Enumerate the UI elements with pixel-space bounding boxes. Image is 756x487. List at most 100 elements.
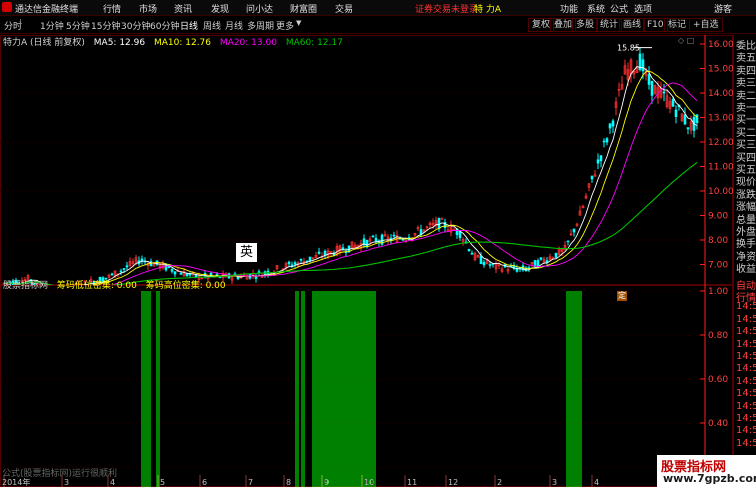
side-panel-item[interactable]: 14:5: [736, 301, 756, 312]
date-label: 8: [286, 478, 291, 487]
candle-body: [365, 239, 369, 248]
candle-body: [671, 99, 675, 107]
tab-1min[interactable]: 1分钟: [40, 19, 64, 32]
multi-stock-button[interactable]: 多股: [572, 18, 599, 32]
candle-body: [317, 251, 321, 254]
candle-body: [650, 80, 654, 96]
ma20-line: [3, 82, 698, 285]
indicator-chart[interactable]: 1.000.800.600.400.202014年345678910111223…: [0, 285, 733, 487]
side-panel-item[interactable]: 14:5: [736, 339, 756, 350]
tab-30min[interactable]: 30分钟: [121, 19, 150, 32]
price-tick-label: 12.00: [708, 138, 733, 148]
ma60-value: MA60: 12.17: [285, 38, 343, 48]
side-panel-item[interactable]: 14:5: [736, 363, 756, 374]
login-alert[interactable]: 证券交易未登录: [415, 2, 478, 15]
price-tick-label: 10.00: [708, 187, 733, 197]
side-panel-item[interactable]: 14:5: [736, 376, 756, 387]
candle-body: [554, 252, 558, 258]
more-chevron-icon[interactable]: ▼: [296, 19, 301, 27]
price-tick-label: 13.00: [708, 114, 733, 124]
menu-jiaoyi[interactable]: 交易: [335, 2, 353, 15]
side-panel-item[interactable]: 收益: [736, 260, 756, 275]
mark-button[interactable]: 标记: [664, 18, 691, 32]
tab-5min[interactable]: 5分钟: [66, 19, 90, 32]
menu-gongneng[interactable]: 功能: [560, 2, 578, 15]
date-label: 3: [552, 478, 557, 487]
candle-body: [170, 269, 174, 272]
quote-side-panel[interactable]: 委比 卖五 卖四 卖三 卖二 卖一 买一 买二 买三 买四 买五 现价 涨跌 涨幅 总量 外盘 换手 净资 收益 自动…: [733, 35, 756, 487]
candle-body: [323, 250, 327, 256]
tab-60min[interactable]: 60分钟: [150, 19, 179, 32]
ma10-value: MA10: 12.76: [153, 38, 212, 48]
candle-body: [662, 91, 666, 94]
price-tick-label: 15.00: [708, 65, 733, 75]
price-tick-label: 14.00: [708, 89, 733, 99]
candle-body: [686, 127, 690, 130]
side-panel-item[interactable]: 14:5: [736, 438, 756, 449]
candle-body: [215, 273, 219, 276]
price-tick-label: 7.00: [708, 261, 728, 271]
side-panel-item[interactable]: 14:5: [736, 326, 756, 337]
chart-window-controls[interactable]: ◇ □: [678, 36, 694, 45]
side-panel-item[interactable]: 14:5: [736, 425, 756, 436]
date-label: 2: [497, 478, 502, 487]
menu-zixun[interactable]: 资讯: [174, 2, 192, 15]
candle-body: [173, 271, 177, 275]
tab-weekly[interactable]: 周线: [203, 19, 221, 32]
menu-caifuquan[interactable]: 财富圈: [290, 2, 317, 15]
candle-body: [566, 240, 570, 243]
tab-monthly[interactable]: 月线: [225, 19, 243, 32]
current-stock-label: 特 力A: [474, 5, 502, 15]
app-title: 通达信金融终端: [15, 5, 79, 15]
kline-chart[interactable]: 16.00 15.00 14.00 13.00 12.00 11.00 10.00 9.00 8…: [0, 35, 733, 285]
candle-body: [608, 123, 612, 129]
date-label: 7: [248, 478, 253, 487]
tab-daily[interactable]: 日线: [180, 19, 198, 32]
indicator-tick-label: 0.60: [708, 375, 728, 385]
chart-title: 特力A (日线 前复权): [3, 38, 85, 48]
candle-body: [572, 228, 576, 233]
title-bar: 通达信金融终端 行情 市场 资讯 发现 问小达 财富圈 交易 证券交易未登录 特…: [0, 0, 756, 16]
candle-body: [110, 273, 114, 276]
menu-xitong[interactable]: 系统: [587, 2, 605, 15]
date-label: 4: [110, 478, 115, 487]
price-tick-label: 9.00: [708, 212, 728, 222]
guest-label[interactable]: 游客: [714, 2, 732, 15]
tab-15min[interactable]: 15分钟: [91, 19, 120, 32]
menu-faxian[interactable]: 发现: [211, 2, 229, 15]
candle-body: [488, 264, 492, 266]
ma20-value: MA20: 13.00: [219, 38, 277, 48]
menu-wenxiaoda[interactable]: 问小达: [246, 2, 273, 15]
indicator-tick-label: 0.40: [708, 419, 728, 429]
app-logo-icon: [2, 2, 12, 12]
menu-hangqing[interactable]: 行情: [103, 2, 121, 15]
indicator-tick-label: 0.80: [708, 331, 728, 341]
add-watchlist-button[interactable]: +自选: [689, 18, 723, 32]
side-panel-item[interactable]: 14:5: [736, 401, 756, 412]
side-panel-item[interactable]: 14:5: [736, 413, 756, 424]
candle-body: [122, 268, 126, 270]
candle-body: [392, 234, 396, 237]
toolbar-separator: |: [19, 19, 23, 29]
menu-shichang[interactable]: 市场: [139, 2, 157, 15]
indicator-header: 股票指标网 筹码低位密集: 0.00 筹码高位密集: 0.00: [3, 278, 226, 291]
date-label: 6: [202, 478, 207, 487]
candle-body: [371, 235, 375, 238]
side-panel-item[interactable]: 14:5: [736, 351, 756, 362]
event-marker[interactable]: 英: [236, 243, 257, 262]
side-panel-item[interactable]: 14:5: [736, 314, 756, 325]
menu-gongshi[interactable]: 公式: [610, 2, 628, 15]
candle-body: [293, 262, 297, 265]
candle-body: [647, 74, 651, 85]
tab-multi-period[interactable]: 多周期: [247, 19, 274, 32]
date-label: 5: [160, 478, 165, 487]
draw-line-button[interactable]: 画线: [619, 18, 646, 32]
candle-body: [674, 109, 678, 117]
watermark-url: www.7gpzb.com: [663, 472, 756, 485]
candle-body: [467, 249, 471, 252]
candle-body: [539, 257, 543, 260]
date-label: 12: [448, 478, 458, 487]
tab-more[interactable]: 更多: [276, 19, 294, 32]
side-panel-item[interactable]: 14:5: [736, 388, 756, 399]
menu-xuanxiang[interactable]: 选项: [634, 2, 652, 15]
